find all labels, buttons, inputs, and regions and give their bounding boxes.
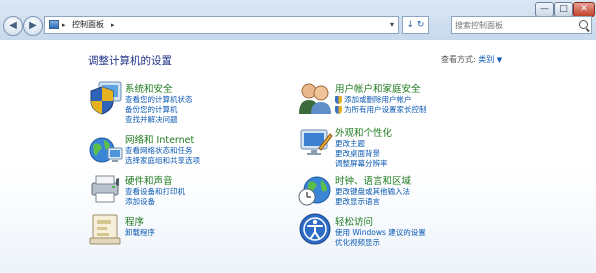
link-text[interactable]: 添加或删除用户帐户 — [344, 95, 412, 105]
minimize-button[interactable]: — — [535, 2, 554, 17]
view-by: 查看方式: 类别 ▼ — [441, 54, 502, 65]
link-network-status[interactable]: 查看网络状态和任务 — [125, 146, 200, 156]
programs-icon[interactable] — [88, 211, 124, 247]
link-add-remove-accounts[interactable]: 添加或删除用户帐户 — [335, 95, 427, 105]
link-add-device[interactable]: 添加设备 — [125, 197, 185, 207]
link-homegroup-sharing[interactable]: 选择家庭组和共享选项 — [125, 156, 200, 166]
address-bar[interactable]: ▸ 控制面板 ▸ ▾ — [44, 16, 399, 34]
link-devices-printers[interactable]: 查看设备和打印机 — [125, 187, 185, 197]
category-hardware-sound: 硬件和声音 查看设备和打印机 添加设备 — [125, 173, 185, 207]
user-accounts-icon[interactable] — [297, 80, 333, 116]
view-by-label: 查看方式: — [441, 55, 476, 64]
chevron-down-icon[interactable]: ▼ — [497, 56, 502, 64]
ease-of-access-icon[interactable] — [297, 211, 333, 247]
back-button[interactable]: ◀ — [3, 16, 23, 36]
link-display-language[interactable]: 更改显示语言 — [335, 197, 411, 207]
category-title[interactable]: 程序 — [125, 214, 155, 228]
category-title[interactable]: 系统和安全 — [125, 81, 193, 95]
search-input[interactable] — [455, 18, 575, 32]
control-panel-content: 调整计算机的设置 查看方式: 类别 ▼ 系统和安全 查看您的计算机状态 备份您的… — [0, 40, 596, 273]
hardware-sound-icon[interactable] — [88, 171, 124, 207]
link-view-computer-status[interactable]: 查看您的计算机状态 — [125, 95, 193, 105]
page-title: 调整计算机的设置 — [88, 55, 172, 67]
address-history-dropdown[interactable]: ▾ — [390, 17, 394, 33]
category-system-security: 系统和安全 查看您的计算机状态 备份您的计算机 查找并解决问题 — [125, 81, 193, 125]
link-text[interactable]: 为所有用户设置家长控制 — [344, 105, 427, 115]
category-programs: 程序 卸载程序 — [125, 214, 155, 238]
uac-shield-icon — [335, 106, 342, 114]
breadcrumb-separator[interactable]: ▸ — [62, 17, 66, 33]
category-title[interactable]: 轻松访问 — [335, 214, 426, 228]
link-desktop-background[interactable]: 更改桌面背景 — [335, 149, 392, 159]
system-security-icon[interactable] — [88, 80, 124, 116]
breadcrumb-separator[interactable]: ▸ — [111, 17, 115, 33]
category-ease-of-access: 轻松访问 使用 Windows 建议的设置 优化视频显示 — [335, 214, 426, 248]
link-uninstall-program[interactable]: 卸载程序 — [125, 228, 155, 238]
close-button[interactable]: ✕ — [573, 2, 595, 17]
control-panel-icon — [49, 20, 59, 29]
link-change-input-method[interactable]: 更改键盘或其他输入法 — [335, 187, 411, 197]
category-network-internet: 网络和 Internet 查看网络状态和任务 选择家庭组和共享选项 — [125, 132, 200, 166]
window-titlebar: — □ ✕ ◀ ▶ ▸ 控制面板 ▸ ▾ ↓ ↻ — [0, 0, 596, 40]
link-parental-controls[interactable]: 为所有用户设置家长控制 — [335, 105, 427, 115]
category-user-accounts: 用户帐户和家庭安全 添加或删除用户帐户 为所有用户设置家长控制 — [335, 81, 427, 115]
breadcrumb-control-panel[interactable]: 控制面板 — [72, 17, 104, 33]
link-screen-resolution[interactable]: 调整屏幕分辨率 — [335, 159, 392, 169]
appearance-icon[interactable] — [297, 124, 333, 160]
link-optimize-visual-display[interactable]: 优化视频显示 — [335, 238, 426, 248]
view-by-selector[interactable]: 类别 — [478, 55, 494, 64]
category-title[interactable]: 硬件和声音 — [125, 173, 185, 187]
link-recommended-settings[interactable]: 使用 Windows 建议的设置 — [335, 228, 426, 238]
refresh-button[interactable]: ↓ ↻ — [402, 16, 429, 34]
category-title[interactable]: 外观和个性化 — [335, 125, 392, 139]
maximize-button[interactable]: □ — [554, 2, 573, 17]
category-title[interactable]: 时钟、语言和区域 — [335, 173, 411, 187]
link-find-fix-problems[interactable]: 查找并解决问题 — [125, 115, 193, 125]
clock-language-icon[interactable] — [297, 172, 333, 208]
network-internet-icon[interactable] — [88, 132, 124, 168]
link-backup-computer[interactable]: 备份您的计算机 — [125, 105, 193, 115]
category-clock-language-region: 时钟、语言和区域 更改键盘或其他输入法 更改显示语言 — [335, 173, 411, 207]
category-title[interactable]: 用户帐户和家庭安全 — [335, 81, 427, 95]
search-box[interactable] — [451, 16, 592, 34]
category-title[interactable]: 网络和 Internet — [125, 132, 200, 146]
search-icon[interactable] — [579, 20, 588, 29]
forward-button[interactable]: ▶ — [23, 16, 43, 36]
uac-shield-icon — [335, 96, 342, 104]
category-appearance: 外观和个性化 更改主题 更改桌面背景 调整屏幕分辨率 — [335, 125, 392, 169]
link-change-theme[interactable]: 更改主题 — [335, 139, 392, 149]
